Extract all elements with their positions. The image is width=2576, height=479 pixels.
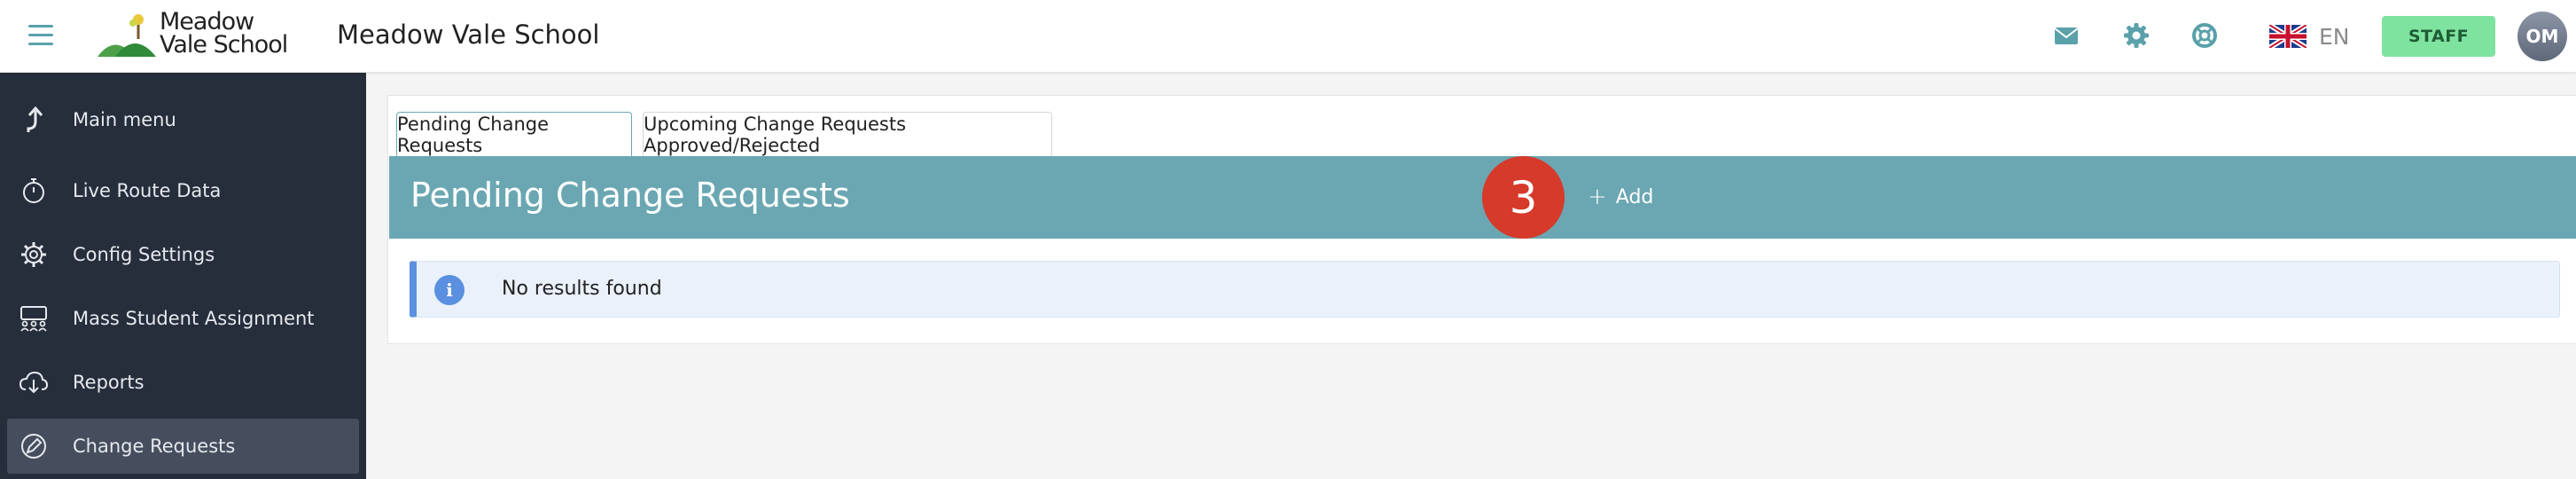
school-title: Meadow Vale School	[337, 20, 600, 50]
sidebar-item-change-requests[interactable]: Change Requests	[7, 419, 359, 474]
sidebar-item-config-settings[interactable]: Config Settings	[7, 227, 359, 282]
gear-icon	[21, 242, 46, 267]
mail-icon[interactable]	[2051, 20, 2081, 51]
sidebar-item-label: Live Route Data	[73, 180, 222, 201]
empty-results-alert: i No results found	[410, 261, 2560, 318]
group-icon	[20, 306, 47, 332]
add-button[interactable]: + Add	[1588, 177, 1667, 216]
language-code: EN	[2319, 23, 2350, 50]
tab-upcoming-change-requests[interactable]: Upcoming Change Requests Approved/Reject…	[643, 112, 1052, 156]
sidebar-item-label: Change Requests	[73, 436, 236, 457]
sidebar-item-reports[interactable]: Reports	[7, 355, 359, 410]
tab-pending-change-requests[interactable]: Pending Change Requests	[396, 112, 632, 156]
panel-title: Pending Change Requests	[410, 176, 850, 215]
plus-icon: +	[1588, 184, 1607, 210]
cloud-download-icon	[19, 371, 49, 394]
sidebar-item-label: Mass Student Assignment	[73, 308, 315, 329]
user-avatar[interactable]: OM	[2517, 12, 2567, 61]
hills-logo-icon	[98, 14, 156, 57]
logo-text: Meadow Vale School	[160, 8, 288, 59]
sidebar-item-mass-student-assignment[interactable]: Mass Student Assignment	[7, 291, 359, 346]
empty-message: No results found	[502, 278, 662, 300]
top-bar: Meadow Vale School Meadow Vale School EN…	[0, 0, 2576, 73]
arrow-up-icon	[27, 106, 43, 132]
school-logo[interactable]: Meadow Vale School	[96, 8, 291, 62]
sidebar-item-label: Main menu	[73, 109, 176, 130]
uk-flag-icon	[2269, 25, 2307, 48]
sidebar-item-live-route-data[interactable]: Live Route Data	[7, 163, 359, 218]
add-button-label: Add	[1615, 185, 1654, 208]
help-lifebuoy-icon[interactable]	[2190, 20, 2220, 51]
sidebar-item-label: Config Settings	[73, 244, 215, 265]
language-selector[interactable]: EN	[2269, 23, 2350, 50]
sidebar-item-main-menu[interactable]: Main menu	[7, 92, 359, 147]
edit-icon	[21, 434, 46, 459]
gear-icon[interactable]	[2121, 20, 2151, 51]
hamburger-menu-icon[interactable]	[25, 20, 57, 51]
panel-header: Pending Change Requests 3 + Add	[389, 156, 2576, 239]
sidebar-item-label: Reports	[73, 372, 144, 393]
stopwatch-icon	[23, 178, 44, 203]
step-badge: 3	[1482, 156, 1565, 239]
sidebar: Main menu Live Route Data Config Setting…	[0, 73, 366, 479]
info-icon: i	[434, 275, 464, 305]
staff-role-button[interactable]: STAFF	[2382, 16, 2495, 57]
